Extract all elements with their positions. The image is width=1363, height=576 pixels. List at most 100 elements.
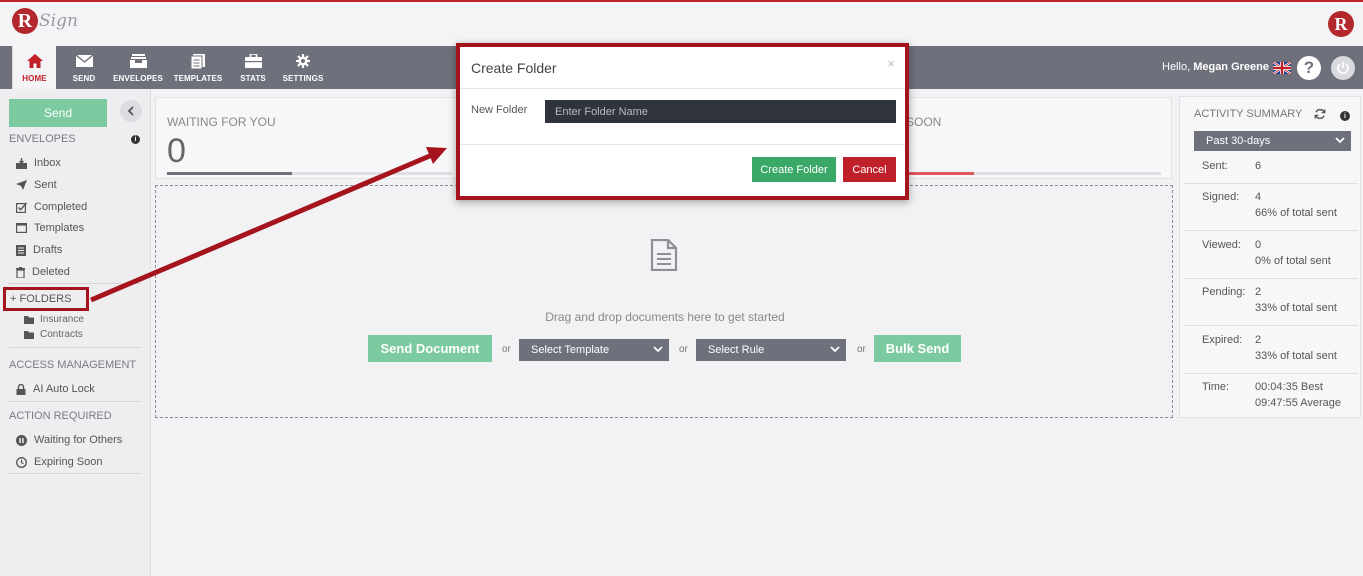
gear-icon (296, 52, 310, 70)
brand-bar: R Sign R (0, 0, 1363, 46)
close-icon[interactable]: × (887, 56, 895, 71)
divider (9, 401, 141, 402)
help-button[interactable]: ? (1297, 56, 1321, 80)
cancel-button[interactable]: Cancel (843, 157, 896, 182)
select-rule-dropdown[interactable]: Select Rule (696, 339, 846, 361)
nav-send[interactable]: SEND (64, 46, 104, 89)
chevron-left-icon (127, 106, 134, 116)
nav-templates-label: TEMPLATES (173, 74, 223, 83)
send-button[interactable]: Send (9, 99, 107, 127)
nav-settings-label: SETTINGS (282, 74, 324, 83)
nav-settings[interactable]: SETTINGS (282, 46, 324, 89)
checkbox-icon (16, 201, 27, 213)
sidebar-item-label: Inbox (34, 157, 61, 169)
stat-time-label: Time: (1202, 381, 1230, 393)
stat-viewed-value: 0 0% of total sent (1255, 239, 1331, 267)
document-drop-zone[interactable]: Drag and drop documents here to get star… (155, 185, 1173, 418)
folder-item-insurance[interactable]: Insurance (24, 314, 84, 325)
divider (1184, 230, 1358, 231)
stat-viewed-label: Viewed: (1202, 239, 1241, 251)
stat-sent-label: Sent: (1202, 160, 1228, 172)
sidebar-item-label: Expiring Soon (34, 456, 103, 468)
sidebar-item-expiring-soon[interactable]: Expiring Soon (16, 454, 103, 470)
folder-name-input[interactable] (545, 100, 896, 123)
stat-pending-label: Pending: (1202, 286, 1246, 298)
waiting-for-you-count[interactable]: 0 (167, 132, 186, 171)
sidebar-item-waiting-for-others[interactable]: Waiting for Others (16, 432, 122, 448)
or-separator: or (502, 344, 511, 355)
rsign-logo[interactable]: R Sign (12, 8, 78, 34)
sidebar-item-ai-auto-lock[interactable]: AI Auto Lock (16, 381, 95, 397)
sidebar-item-inbox[interactable]: Inbox (16, 155, 61, 171)
uk-flag-icon[interactable] (1273, 62, 1291, 74)
user-name: Megan Greene (1193, 61, 1269, 73)
chevron-down-icon (653, 346, 663, 353)
send-document-button[interactable]: Send Document (368, 335, 492, 362)
sidebar: Send ENVELOPES i Inbox Sent Completed Te… (0, 89, 151, 576)
stat-expired-label: Expired: (1202, 334, 1243, 346)
trash-icon (16, 266, 25, 278)
power-icon (1337, 62, 1349, 74)
nav-templates[interactable]: TEMPLATES (172, 46, 224, 89)
nav-envelopes[interactable]: ENVELOPES (112, 46, 164, 89)
waiting-progress-fill (167, 172, 292, 175)
collapse-sidebar-button[interactable] (120, 100, 142, 122)
or-separator: or (679, 344, 688, 355)
info-icon[interactable]: i (131, 135, 140, 144)
nav-envelopes-label: ENVELOPES (113, 74, 163, 83)
logo-text: Sign (39, 11, 78, 31)
or-separator: or (857, 344, 866, 355)
divider (1184, 373, 1358, 374)
sidebar-item-label: Templates (34, 222, 85, 234)
user-greeting[interactable]: Hello, Megan Greene (1162, 61, 1269, 73)
nav-stats[interactable]: STATS (236, 46, 270, 89)
sidebar-item-drafts[interactable]: Drafts (16, 242, 62, 258)
nav-home[interactable]: HOME (12, 46, 56, 89)
chevron-down-icon (1335, 137, 1345, 144)
sidebar-item-deleted[interactable]: Deleted (16, 264, 70, 280)
refresh-icon[interactable] (1314, 108, 1326, 120)
folder-item-contracts[interactable]: Contracts (24, 329, 83, 340)
create-folder-dialog: Create Folder × New Folder Create Folder… (456, 43, 909, 200)
activity-summary-panel: ACTIVITY SUMMARY i Past 30-days Sent: 6 … (1179, 96, 1361, 418)
dialog-divider (460, 88, 905, 89)
period-dropdown[interactable]: Past 30-days (1194, 131, 1351, 151)
chevron-down-icon (830, 346, 840, 353)
paper-plane-icon (16, 180, 27, 190)
divider (9, 347, 141, 348)
sidebar-item-completed[interactable]: Completed (16, 199, 87, 215)
sidebar-item-label: Waiting for Others (34, 434, 123, 446)
briefcase-icon (244, 52, 262, 70)
folder-label: Insurance (40, 314, 84, 325)
stat-signed-label: Signed: (1202, 191, 1240, 203)
draft-icon (16, 244, 26, 256)
bulk-send-button[interactable]: Bulk Send (874, 335, 961, 362)
sidebar-item-label: Deleted (32, 266, 70, 278)
info-icon[interactable]: i (1340, 111, 1350, 121)
select-template-value: Select Template (531, 344, 610, 356)
create-folder-button[interactable]: Create Folder (752, 157, 836, 182)
stat-expired-value: 2 33% of total sent (1255, 334, 1337, 362)
waiting-for-you-label[interactable]: WAITING FOR YOU (167, 115, 276, 129)
envelope-icon (75, 52, 93, 70)
sidebar-item-label: Drafts (33, 244, 63, 256)
pause-circle-icon (16, 434, 27, 446)
select-rule-value: Select Rule (708, 344, 765, 356)
folders-highlight-box (3, 287, 89, 311)
sidebar-item-templates[interactable]: Templates (16, 220, 84, 236)
sidebar-item-label: AI Auto Lock (33, 383, 95, 395)
logout-button[interactable] (1331, 56, 1355, 80)
expiring-soon-label[interactable]: SOON (906, 115, 941, 129)
sidebar-item-sent[interactable]: Sent (16, 177, 57, 193)
template-icon (191, 52, 205, 70)
divider (1184, 278, 1358, 279)
divider (1184, 325, 1358, 326)
new-folder-label: New Folder (471, 104, 528, 116)
select-template-dropdown[interactable]: Select Template (519, 339, 669, 361)
sidebar-item-label: Sent (34, 179, 57, 191)
inbox-icon (16, 157, 27, 169)
sidebar-item-label: Completed (34, 201, 88, 213)
rpost-logo-icon: R (1328, 11, 1354, 37)
period-value: Past 30-days (1206, 135, 1271, 147)
inbox-tray-icon (129, 52, 147, 70)
